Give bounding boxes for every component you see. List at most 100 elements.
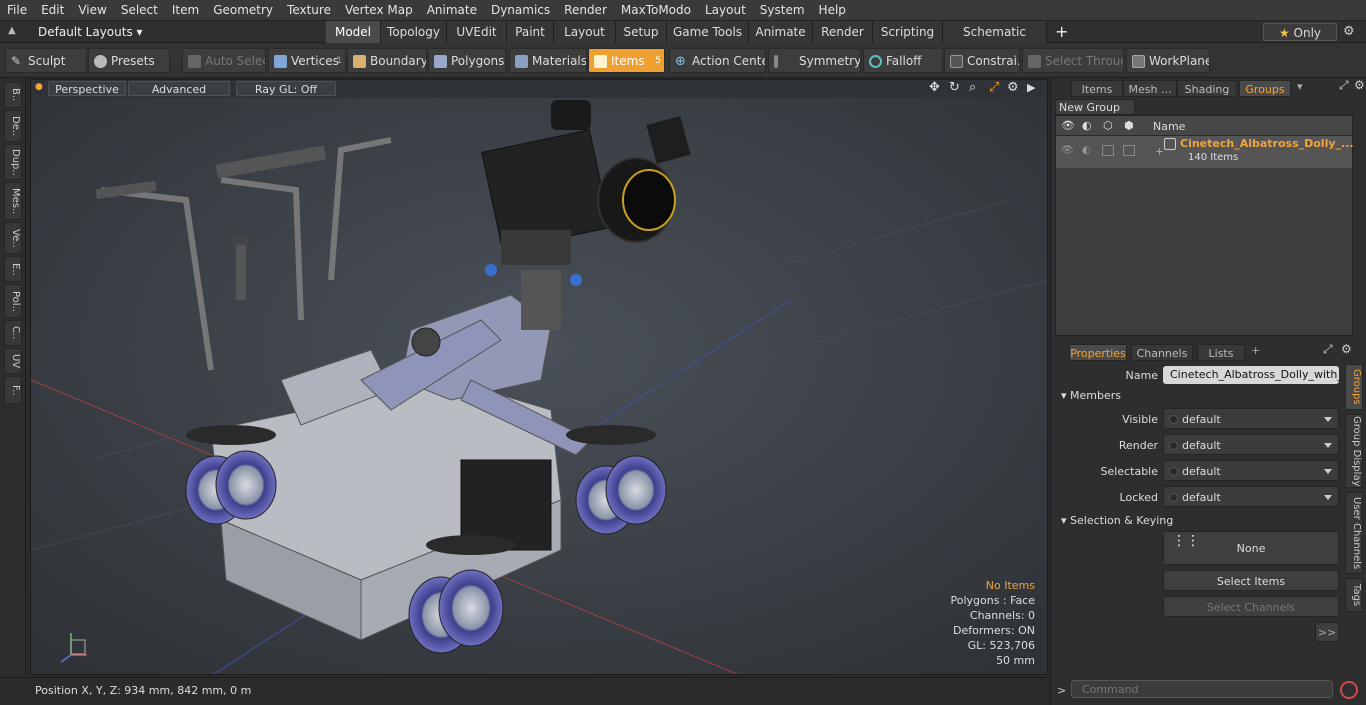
left-tab-deform[interactable]: De.. bbox=[4, 110, 22, 142]
menu-render[interactable]: Render bbox=[557, 0, 614, 21]
selectable-dropdown[interactable]: default bbox=[1163, 460, 1339, 481]
locked-dropdown[interactable]: default bbox=[1163, 486, 1339, 507]
boundary-button[interactable]: Boundary bbox=[347, 48, 427, 73]
render-icon[interactable]: ◐ bbox=[1082, 119, 1092, 132]
layout-dropdown[interactable]: Default Layouts ▾ bbox=[38, 21, 143, 43]
left-tab-vertex[interactable]: Ve.. bbox=[4, 222, 22, 254]
tab-groups[interactable]: Groups bbox=[1239, 80, 1291, 97]
eye-icon[interactable]: 👁 bbox=[1061, 119, 1075, 132]
tab-setup[interactable]: Setup bbox=[616, 21, 667, 43]
panel-gear-icon[interactable]: ⚙ bbox=[1354, 78, 1365, 92]
selection-keying-section[interactable]: ▾ Selection & Keying bbox=[1061, 514, 1173, 527]
visible-dropdown[interactable]: default bbox=[1163, 408, 1339, 429]
side-tab-tags[interactable]: Tags bbox=[1345, 578, 1363, 612]
menu-vertex-map[interactable]: Vertex Map bbox=[338, 0, 420, 21]
only-toggle[interactable]: ★ Only bbox=[1263, 23, 1337, 41]
viewport-dot-icon[interactable]: ● bbox=[35, 82, 43, 92]
side-tab-groups[interactable]: Groups bbox=[1345, 364, 1363, 410]
menu-geometry[interactable]: Geometry bbox=[206, 0, 280, 21]
menu-texture[interactable]: Texture bbox=[280, 0, 338, 21]
members-section[interactable]: ▾ Members bbox=[1061, 389, 1121, 402]
zoom-icon[interactable]: ⌕ bbox=[969, 80, 976, 95]
menu-item[interactable]: Item bbox=[165, 0, 206, 21]
fit-view-icon[interactable]: ⤢ bbox=[989, 80, 999, 95]
none-button[interactable]: ⋮⋮ None bbox=[1163, 531, 1339, 565]
view-type-button[interactable]: Perspective bbox=[48, 81, 126, 96]
tab-dropdown-icon[interactable]: ▾ bbox=[1297, 80, 1303, 93]
tab-properties[interactable]: Properties bbox=[1069, 344, 1127, 361]
lock-icon[interactable]: ⬢ bbox=[1124, 119, 1134, 132]
render-dropdown[interactable]: default bbox=[1163, 434, 1339, 455]
more-button[interactable]: >> bbox=[1315, 622, 1339, 642]
name-field[interactable]: Cinetech_Albatross_Dolly_with_Al bbox=[1163, 366, 1339, 384]
materials-button[interactable]: Materials bbox=[509, 48, 587, 73]
items-button[interactable]: Items 5 bbox=[588, 48, 665, 73]
left-tab-uv[interactable]: UV bbox=[4, 348, 22, 374]
tab-channels[interactable]: Channels bbox=[1131, 344, 1193, 361]
tab-schematic-fusion[interactable]: Schematic Fusion bbox=[943, 21, 1047, 61]
menu-select[interactable]: Select bbox=[114, 0, 165, 21]
menu-maxtomodo[interactable]: MaxToModo bbox=[614, 0, 698, 21]
tab-layout[interactable]: Layout bbox=[554, 21, 616, 43]
tab-items[interactable]: Items bbox=[1071, 80, 1123, 97]
add-tab-button[interactable]: + bbox=[1055, 21, 1068, 43]
row-select-box[interactable] bbox=[1102, 145, 1114, 156]
menu-view[interactable]: View bbox=[71, 0, 113, 21]
select-icon[interactable]: ⬡ bbox=[1103, 119, 1113, 132]
tab-scripting[interactable]: Scripting bbox=[873, 21, 943, 43]
presets-button[interactable]: Presets bbox=[88, 48, 170, 73]
tab-model[interactable]: Model bbox=[326, 21, 381, 43]
auto-select-button[interactable]: Auto Select bbox=[182, 48, 266, 73]
command-input[interactable] bbox=[1071, 680, 1333, 698]
prop-gear-icon[interactable]: ⚙ bbox=[1341, 342, 1352, 356]
record-icon[interactable] bbox=[1340, 681, 1358, 699]
menu-file[interactable]: File bbox=[0, 0, 34, 21]
left-tab-fusion[interactable]: F.. bbox=[4, 376, 22, 404]
tab-paint[interactable]: Paint bbox=[507, 21, 554, 43]
tab-animate[interactable]: Animate bbox=[749, 21, 813, 43]
action-center-button[interactable]: ⊕ Action Center bbox=[669, 48, 766, 73]
left-tab-edge[interactable]: E.. bbox=[4, 256, 22, 282]
constraints-button[interactable]: Constrai... bbox=[944, 48, 1020, 73]
viewport-expand-icon[interactable]: ▶ bbox=[1027, 81, 1035, 94]
menu-animate[interactable]: Animate bbox=[420, 0, 484, 21]
vertices-button[interactable]: Vertices 1 bbox=[268, 48, 346, 73]
viewport-settings-icon[interactable]: ⚙ bbox=[1007, 80, 1019, 95]
row-render-icon[interactable]: ◐ bbox=[1082, 145, 1091, 156]
select-through-button[interactable]: Select Through bbox=[1022, 48, 1124, 73]
side-tab-group-display[interactable]: Group Display bbox=[1345, 414, 1363, 488]
group-name[interactable]: Cinetech_Albatross_Dolly_... bbox=[1180, 137, 1354, 150]
left-tab-polygon[interactable]: Pol.. bbox=[4, 284, 22, 318]
tab-lists[interactable]: Lists bbox=[1197, 344, 1245, 361]
move-view-icon[interactable]: ✥ bbox=[929, 80, 940, 95]
symmetry-button[interactable]: Symmetry bbox=[768, 48, 861, 73]
tab-uvedit[interactable]: UVEdit bbox=[447, 21, 507, 43]
tab-mesh[interactable]: Mesh ... bbox=[1123, 80, 1177, 97]
raygl-button[interactable]: Ray GL: Off bbox=[236, 81, 336, 96]
menu-layout[interactable]: Layout bbox=[698, 0, 753, 21]
menu-system[interactable]: System bbox=[753, 0, 812, 21]
left-tab-duplicate[interactable]: Dup.. bbox=[4, 144, 22, 180]
new-group-button[interactable]: New Group bbox=[1055, 99, 1135, 115]
tab-topology[interactable]: Topology bbox=[381, 21, 447, 43]
polygons-button[interactable]: Polygons bbox=[428, 48, 506, 73]
maximize-icon[interactable]: ⤢ bbox=[1339, 78, 1349, 93]
left-tab-mesh-edit[interactable]: Mes.. bbox=[4, 182, 22, 220]
gear-icon[interactable]: ⚙ bbox=[1343, 24, 1355, 39]
3d-viewport[interactable]: ● Perspective Advanced Ray GL: Off ✥ ↻ ⌕… bbox=[30, 79, 1048, 675]
prop-maximize-icon[interactable]: ⤢ bbox=[1323, 342, 1333, 357]
expand-icon[interactable]: + bbox=[1155, 145, 1164, 158]
select-channels-button[interactable]: Select Channels bbox=[1163, 596, 1339, 617]
rotate-view-icon[interactable]: ↻ bbox=[949, 80, 960, 95]
left-tab-basic[interactable]: B.. bbox=[4, 82, 22, 108]
sculpt-button[interactable]: ✎ Sculpt bbox=[5, 48, 87, 73]
tab-render[interactable]: Render bbox=[813, 21, 873, 43]
tab-shading[interactable]: Shading bbox=[1177, 80, 1237, 97]
menu-help[interactable]: Help bbox=[812, 0, 853, 21]
side-tab-user-channels[interactable]: User Channels bbox=[1345, 492, 1363, 574]
row-lock-box[interactable] bbox=[1123, 145, 1135, 156]
layout-arrow-icon[interactable]: ▲ bbox=[8, 25, 18, 37]
menu-dynamics[interactable]: Dynamics bbox=[484, 0, 557, 21]
left-tab-curve[interactable]: C.. bbox=[4, 320, 22, 346]
column-name[interactable]: Name bbox=[1153, 120, 1185, 133]
